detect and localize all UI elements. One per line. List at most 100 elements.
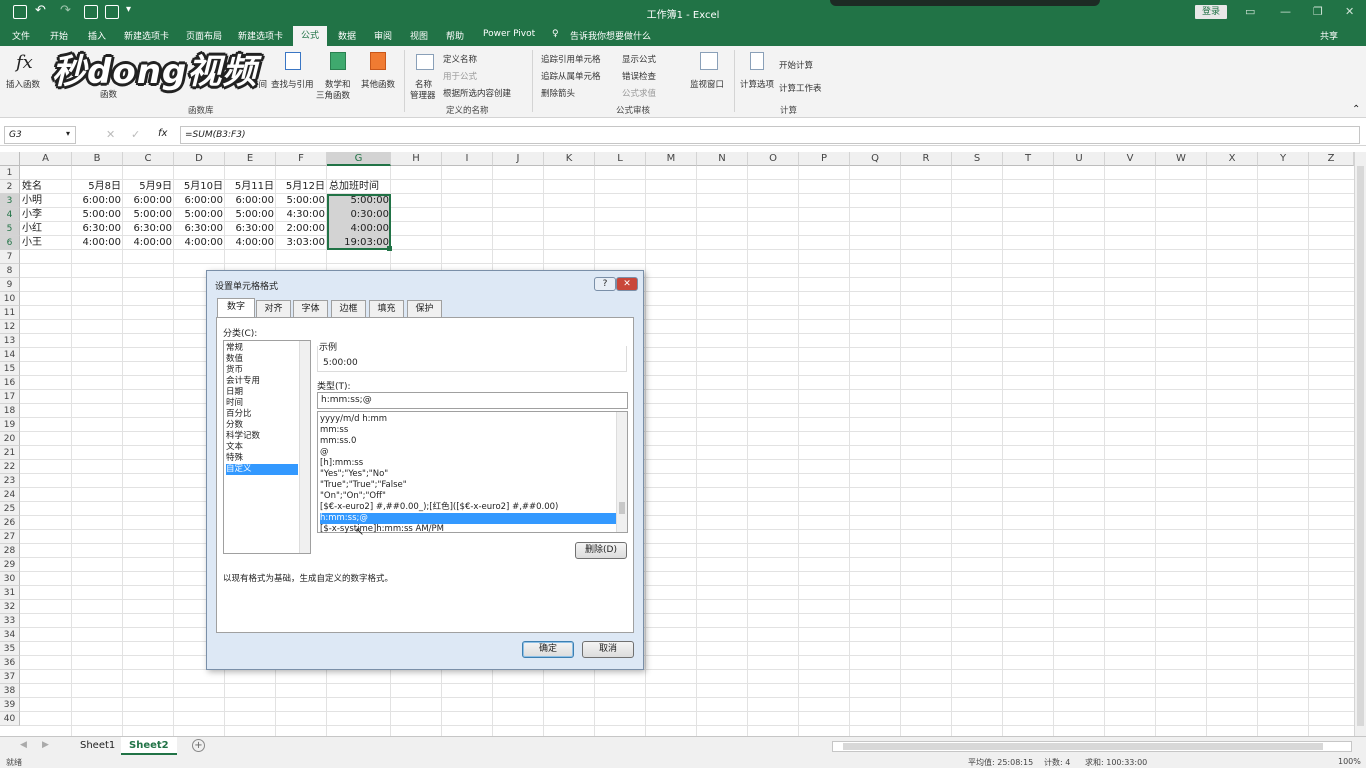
tab-review[interactable]: 审阅 [374,29,392,42]
column-header-g[interactable]: G [327,152,391,166]
cell-a3[interactable]: 小明 [20,194,72,208]
tab-power-pivot[interactable]: Power Pivot [483,29,535,39]
column-header-y[interactable]: Y [1258,152,1309,166]
zoom-level[interactable]: 100% [1338,757,1361,766]
show-formulas-button[interactable]: 显示公式 [622,53,656,65]
column-header-a[interactable]: A [20,152,72,166]
row-header-31[interactable]: 31 [0,586,20,600]
row-header-7[interactable]: 7 [0,250,20,264]
sheet-tab-sheet1[interactable]: Sheet1 [72,737,125,755]
format-type-item[interactable]: mm:ss.0 [320,436,616,447]
column-header-d[interactable]: D [174,152,225,166]
row-header-34[interactable]: 34 [0,628,20,642]
row-header-32[interactable]: 32 [0,600,20,614]
column-header-b[interactable]: B [72,152,123,166]
tab-new-2[interactable]: 新建选项卡 [238,29,283,42]
ribbon-display-icon[interactable]: ▭ [1245,5,1255,18]
cell-d3[interactable]: 6:00:00 [174,194,225,208]
define-name-button[interactable]: 定义名称 [443,53,477,65]
tell-me-search[interactable]: 告诉我你想要做什么 [570,29,651,42]
category-item[interactable]: 科学记数 [226,431,298,442]
redo-icon[interactable]: ↷ [60,3,71,18]
next-sheet-icon[interactable]: ▶ [42,740,49,750]
category-scrollbar[interactable] [299,341,310,553]
column-header-u[interactable]: U [1054,152,1105,166]
row-header-40[interactable]: 40 [0,712,20,726]
column-header-f[interactable]: F [276,152,327,166]
row-header-19[interactable]: 19 [0,418,20,432]
cell-a6[interactable]: 小王 [20,236,72,250]
row-header-3[interactable]: 3 [0,194,20,208]
dialog-tab-fill[interactable]: 填充 [369,300,404,317]
row-header-4[interactable]: 4 [0,208,20,222]
close-icon[interactable]: ✕ [1345,5,1354,18]
row-header-38[interactable]: 38 [0,684,20,698]
dialog-tab-alignment[interactable]: 对齐 [256,300,291,317]
customize-qat-icon[interactable]: ▾ [126,4,131,15]
format-type-item[interactable]: [h]:mm:ss [320,458,616,469]
cell-e6[interactable]: 4:00:00 [225,236,276,250]
create-from-selection-button[interactable]: 根据所选内容创建 [443,87,511,99]
category-item[interactable]: 时间 [226,398,298,409]
row-header-21[interactable]: 21 [0,446,20,460]
tab-view[interactable]: 视图 [410,29,428,42]
cell-b5[interactable]: 6:30:00 [72,222,123,236]
prev-sheet-icon[interactable]: ◀ [20,740,27,750]
category-item[interactable]: 会计专用 [226,376,298,387]
fill-handle[interactable] [387,246,392,251]
column-header-q[interactable]: Q [850,152,901,166]
horizontal-scroll-thumb[interactable] [843,743,1323,750]
trace-dependents-button[interactable]: 追踪从属单元格 [541,70,601,82]
cell-b4[interactable]: 5:00:00 [72,208,123,222]
remove-arrows-button[interactable]: 删除箭头 [541,87,575,99]
more-functions-button[interactable]: 其他函数 [361,78,395,90]
column-header-t[interactable]: T [1003,152,1054,166]
tab-file[interactable]: 文件 [12,29,30,42]
add-sheet-icon[interactable]: + [192,739,205,752]
column-header-v[interactable]: V [1105,152,1156,166]
column-header-k[interactable]: K [544,152,595,166]
format-type-item[interactable]: [$-x-systime]h:mm:ss AM/PM [320,524,616,535]
tab-insert[interactable]: 插入 [88,29,106,42]
collapse-ribbon-icon[interactable]: ⌃ [1352,104,1360,115]
use-in-formula-button[interactable]: 用于公式 [443,70,477,82]
category-item[interactable]: 文本 [226,442,298,453]
minimize-icon[interactable]: — [1280,5,1291,18]
dialog-tab-protection[interactable]: 保护 [407,300,442,317]
column-header-z[interactable]: Z [1309,152,1354,166]
type-scroll-thumb[interactable] [619,502,625,514]
row-header-35[interactable]: 35 [0,642,20,656]
tab-formulas[interactable]: 公式 [293,26,328,46]
column-header-h[interactable]: H [391,152,442,166]
delete-format-button[interactable]: 删除(D) [575,542,627,559]
row-header-17[interactable]: 17 [0,390,20,404]
insert-function-button[interactable]: 插入函数 [6,78,40,90]
dialog-tab-font[interactable]: 字体 [293,300,328,317]
category-item[interactable]: 分数 [226,420,298,431]
category-item[interactable]: 常规 [226,343,298,354]
cell-d2[interactable]: 5月10日 [174,180,225,194]
name-box-dropdown-icon[interactable]: ▾ [66,129,70,138]
lookup-button[interactable]: 查找与引用 [271,78,314,90]
row-header-11[interactable]: 11 [0,306,20,320]
category-item[interactable]: 自定义 [226,464,298,475]
row-header-13[interactable]: 13 [0,334,20,348]
insert-function-fx-icon[interactable]: fx [158,128,167,139]
horizontal-scrollbar[interactable] [832,741,1352,752]
row-header-28[interactable]: 28 [0,544,20,558]
type-input[interactable]: h:mm:ss;@ [317,392,628,409]
cell-f6[interactable]: 3:03:00 [276,236,327,250]
cell-e5[interactable]: 6:30:00 [225,222,276,236]
cell-e2[interactable]: 5月11日 [225,180,276,194]
category-item[interactable]: 百分比 [226,409,298,420]
format-type-item[interactable]: yyyy/m/d h:mm [320,414,616,425]
cell-a5[interactable]: 小红 [20,222,72,236]
row-header-24[interactable]: 24 [0,488,20,502]
vertical-scroll-thumb[interactable] [1357,166,1364,726]
cancel-button[interactable]: 取消 [582,641,634,658]
row-header-14[interactable]: 14 [0,348,20,362]
error-checking-button[interactable]: 错误检查 [622,70,656,82]
category-item[interactable]: 特殊 [226,453,298,464]
row-header-15[interactable]: 15 [0,362,20,376]
tab-data[interactable]: 数据 [338,29,356,42]
